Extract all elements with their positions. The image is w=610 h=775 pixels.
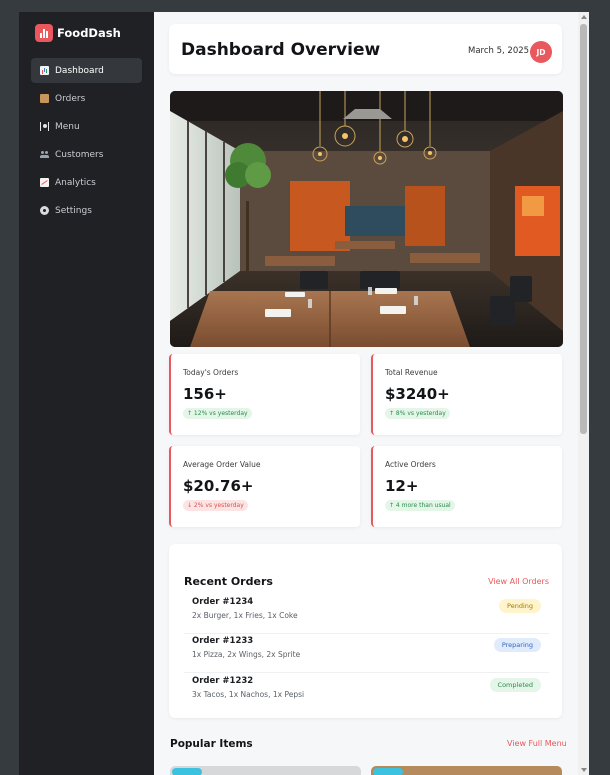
order-items: 3x Tacos, 1x Nachos, 1x Pepsi — [192, 690, 305, 699]
sidebar-item-label: Settings — [55, 205, 92, 216]
stat-card-active-orders[interactable]: Active Orders 12+ ↑ 4 more than usual — [371, 446, 562, 527]
table-row[interactable]: Order #1233 1x Pizza, 2x Wings, 2x Sprit… — [184, 634, 549, 673]
sidebar-item-label: Dashboard — [55, 65, 104, 76]
sidebar-item-analytics[interactable]: Analytics — [31, 170, 142, 195]
sidebar-item-settings[interactable]: Settings — [31, 198, 142, 223]
stat-change-badge: ↑ 12% vs yesterday — [183, 408, 252, 419]
restaurant-interior-illustration — [170, 91, 563, 347]
brand-name: FoodDash — [57, 26, 121, 40]
stat-label: Today's Orders — [183, 368, 239, 377]
vertical-scrollbar[interactable] — [578, 12, 589, 775]
stat-value: $20.76+ — [183, 477, 254, 495]
stat-value: 12+ — [385, 477, 419, 495]
header-date: March 5, 2025 — [468, 46, 530, 56]
scrollbar-thumb[interactable] — [580, 24, 587, 434]
sidebar-item-label: Menu — [55, 121, 80, 132]
order-id: Order #1234 — [192, 597, 254, 607]
order-id: Order #1232 — [192, 676, 254, 686]
view-all-orders-link[interactable]: View All Orders — [488, 577, 549, 586]
sidebar-item-menu[interactable]: Menu — [31, 114, 142, 139]
status-badge: Preparing — [493, 638, 541, 652]
stat-value: 156+ — [183, 385, 227, 403]
app-window: FoodDash Dashboard Orders Menu Customers… — [19, 12, 589, 775]
stat-value: $3240+ — [385, 385, 450, 403]
sidebar-item-orders[interactable]: Orders — [31, 86, 142, 111]
main-content[interactable]: Dashboard Overview March 5, 2025 JD Toda… — [154, 12, 578, 775]
stat-label: Total Revenue — [385, 368, 438, 377]
page-title: Dashboard Overview — [181, 40, 381, 60]
view-full-menu-link[interactable]: View Full Menu — [507, 739, 567, 748]
popular-item-card[interactable] — [170, 766, 361, 775]
sidebar-item-label: Orders — [55, 93, 86, 104]
order-items: 2x Burger, 1x Fries, 1x Coke — [192, 611, 298, 620]
users-icon — [40, 150, 49, 159]
stat-label: Active Orders — [385, 460, 436, 469]
stat-change-badge: ↑ 8% vs yesterday — [385, 408, 450, 419]
logo-chart-icon — [35, 24, 53, 42]
chart-icon — [40, 178, 49, 187]
avatar[interactable]: JD — [530, 41, 552, 63]
sidebar-item-label: Customers — [55, 149, 104, 160]
sidebar-nav: Dashboard Orders Menu Customers Analytic… — [31, 58, 142, 226]
table-row[interactable]: Order #1232 3x Tacos, 1x Nachos, 1x Peps… — [184, 674, 549, 713]
status-badge: Completed — [489, 678, 541, 692]
recent-orders-title: Recent Orders — [184, 575, 273, 588]
scroll-up-arrow-icon[interactable] — [581, 15, 587, 19]
status-badge: Pending — [499, 599, 541, 613]
stat-card-average-order-value[interactable]: Average Order Value $20.76+ ↓ 2% vs yest… — [169, 446, 360, 527]
page-header: Dashboard Overview March 5, 2025 JD — [169, 24, 562, 74]
order-items: 1x Pizza, 2x Wings, 2x Sprite — [192, 650, 301, 659]
sidebar-item-customers[interactable]: Customers — [31, 142, 142, 167]
gear-icon — [40, 206, 49, 215]
popular-items-title: Popular Items — [170, 738, 253, 750]
scroll-down-arrow-icon[interactable] — [581, 768, 587, 772]
sidebar: FoodDash Dashboard Orders Menu Customers… — [19, 12, 154, 775]
sidebar-item-label: Analytics — [55, 177, 96, 188]
stat-label: Average Order Value — [183, 460, 261, 469]
dashboard-icon — [40, 66, 49, 75]
popular-item-card[interactable] — [371, 766, 562, 775]
box-icon — [40, 94, 49, 103]
plate-icon — [40, 122, 49, 131]
popular-item-badge — [373, 768, 403, 775]
stat-card-todays-orders[interactable]: Today's Orders 156+ ↑ 12% vs yesterday — [169, 354, 360, 435]
brand[interactable]: FoodDash — [35, 24, 121, 42]
stat-card-total-revenue[interactable]: Total Revenue $3240+ ↑ 8% vs yesterday — [371, 354, 562, 435]
sidebar-item-dashboard[interactable]: Dashboard — [31, 58, 142, 83]
order-id: Order #1233 — [192, 636, 254, 646]
stat-change-badge: ↑ 4 more than usual — [385, 500, 455, 511]
stat-change-badge: ↓ 2% vs yesterday — [183, 500, 248, 511]
restaurant-hero-image — [170, 91, 563, 347]
table-row[interactable]: Order #1234 2x Burger, 1x Fries, 1x Coke… — [184, 595, 549, 634]
recent-orders-card: Recent Orders View All Orders Order #123… — [169, 544, 562, 718]
popular-item-badge — [172, 768, 202, 775]
